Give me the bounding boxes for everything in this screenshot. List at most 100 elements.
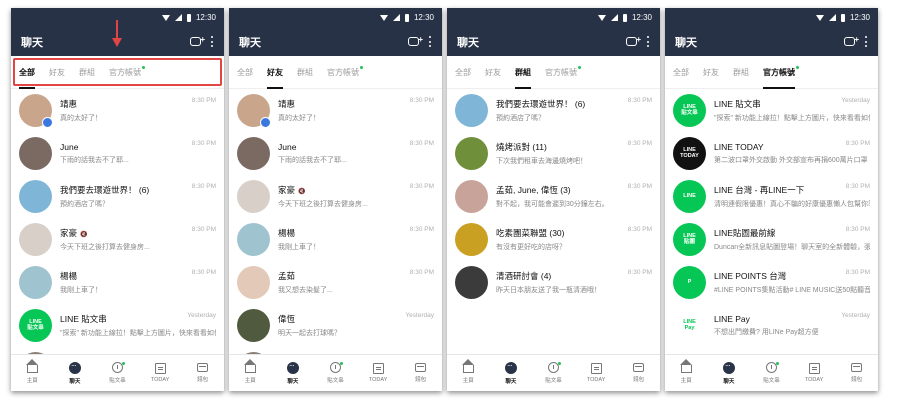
chat-row[interactable]: 清酒研討會 (4) 昨天日本朋友送了我一瓶清酒哦！ 8:30 PM <box>447 261 660 304</box>
tab-1[interactable]: 好友 <box>267 56 283 89</box>
chat-name-text: June <box>278 142 297 152</box>
status-time: 12:30 <box>195 13 216 22</box>
chat-row[interactable]: 靖惠 真的太好了！ 8:30 PM <box>11 89 224 132</box>
avatar <box>237 309 270 342</box>
chat-row[interactable]: Elaine8:30 PM <box>11 347 224 354</box>
chat-row[interactable]: 吃素團菜聯盟 (30) 有沒有更好吃的店呀？ 8:30 PM <box>447 218 660 261</box>
chat-row[interactable]: Elaine8:30 PM <box>229 347 442 354</box>
nav-item-4[interactable]: 錢包 <box>837 363 877 383</box>
chat-preview: 我剛上車了！ <box>278 244 320 251</box>
chat-row[interactable]: LINE Pay LINE Pay 不想出門繳費? 用LINe Pay超方便 Yest… <box>665 304 878 347</box>
nav-label: 貼文串 <box>545 378 562 384</box>
chat-row[interactable]: 孟茹 我又想去染髮了... 8:30 PM <box>229 261 442 304</box>
nav-item-1[interactable]: 聊天 <box>491 361 531 385</box>
chat-row[interactable]: LINE 貼文串 LINE 貼文串 "探索" 新功能上線拉！點擊上方圖片，快來看看如… <box>11 304 224 347</box>
add-chat-icon[interactable] <box>408 35 423 46</box>
nav-item-3[interactable]: TODAY <box>140 363 180 383</box>
chat-row[interactable]: 靖惠 真的太好了！ 8:30 PM <box>229 89 442 132</box>
chat-icon <box>286 361 299 374</box>
chat-row[interactable]: 楊楊 我剛上車了！ 8:30 PM <box>11 261 224 304</box>
chat-name-text: LINE Pay <box>714 314 750 324</box>
chat-row[interactable]: 我們要去環遊世界！ (6) 預約酒店了嗎？ 8:30 PM <box>11 175 224 218</box>
chat-time: Yesterday <box>405 312 434 319</box>
chat-row[interactable]: LINE 貼文串 LINE 貼文串 "探索" 新功能上線拉！點擊上方圖片，快來看看如… <box>665 89 878 132</box>
chat-name-text: 孟茹 <box>278 271 296 281</box>
add-chat-icon[interactable] <box>626 35 641 46</box>
tab-2[interactable]: 群組 <box>733 56 749 89</box>
nav-item-2[interactable]: 貼文串 <box>533 362 573 384</box>
battery-icon <box>186 13 191 22</box>
chat-row[interactable]: June 下雨的話我去不了耶... 8:30 PM <box>11 132 224 175</box>
chat-preview: 第二波口罩外交啟動 外交部宣布再捐600萬片口罩 <box>714 157 868 164</box>
chat-preview: 明天一起去打球嗎？ <box>278 330 341 337</box>
timeline-icon <box>329 362 343 373</box>
chat-row[interactable]: LINE 貼圖 LINE貼圖最前線 Duncan全新訊息貼圖登場！聊天室的全新體驗，… <box>665 218 878 261</box>
more-options-icon[interactable] <box>429 36 432 47</box>
chat-preview: 下次我們租車去海邊燒烤吧！ <box>496 158 587 165</box>
nav-item-2[interactable]: 貼文串 <box>97 362 137 384</box>
chat-row[interactable]: 家豪 🔇 今天下班之後打算去健身房... 8:30 PM <box>11 218 224 261</box>
chat-time: 8:30 PM <box>409 183 434 190</box>
avatar: LINE Pay <box>673 309 706 342</box>
nav-item-3[interactable]: TODAY <box>358 363 398 383</box>
timeline-icon <box>547 362 561 373</box>
chat-tabs: 全部 好友 群組 官方帳號 <box>229 56 442 89</box>
signal-icon <box>174 14 182 21</box>
news-icon <box>154 363 166 374</box>
tab-3[interactable]: 官方帳號 <box>327 56 363 89</box>
more-options-icon[interactable] <box>865 36 868 47</box>
chat-time: 8:30 PM <box>191 183 216 190</box>
new-indicator-dot <box>775 362 779 365</box>
chat-row[interactable]: June 下雨的話我去不了耶... 8:30 PM <box>229 132 442 175</box>
tab-3[interactable]: 官方帳號 <box>763 56 799 89</box>
new-indicator-dot <box>339 362 343 365</box>
tab-1[interactable]: 好友 <box>485 56 501 89</box>
tab-0[interactable]: 全部 <box>455 56 471 89</box>
chat-row[interactable]: 燒烤派對 (11) 下次我們租車去海邊燒烤吧！ 8:30 PM <box>447 132 660 175</box>
chat-row[interactable]: 楊楊 我剛上車了！ 8:30 PM <box>229 218 442 261</box>
new-indicator-dot <box>578 65 581 69</box>
chat-row[interactable]: 我們要去環遊世界！ (6) 預約酒店了嗎？ 8:30 PM <box>447 89 660 132</box>
nav-item-2[interactable]: 貼文串 <box>315 362 355 384</box>
chat-row[interactable]: P LINE POINTS 台灣 #LINE POINTS集點活動# LINE MU… <box>665 261 878 304</box>
chat-preview: 清明連假限優惠！真心不騙的好康優惠懶人包幫你準備好了！ <box>714 201 870 208</box>
add-chat-icon[interactable] <box>844 35 859 46</box>
nav-item-1[interactable]: 聊天 <box>273 361 313 385</box>
nav-item-0[interactable]: 主頁 <box>666 359 706 384</box>
tab-3[interactable]: 官方帳號 <box>545 56 581 89</box>
chat-time: 8:30 PM <box>409 226 434 233</box>
nav-item-3[interactable]: TODAY <box>794 363 834 383</box>
nav-item-0[interactable]: 主頁 <box>448 359 488 384</box>
chat-name-text: LINE 貼文串 <box>60 314 107 324</box>
chat-row[interactable]: 偉恆 明天一起去打球嗎？ Yesterday <box>229 304 442 347</box>
chat-row[interactable]: 家豪 🔇 今天下班之後打算去健身房... 8:30 PM <box>229 175 442 218</box>
tab-2[interactable]: 群組 <box>297 56 313 89</box>
home-icon <box>679 359 692 373</box>
chat-row[interactable]: LINE LINE 台灣 - 再LINE一下 清明連假限優惠！真心不騙的好康優惠懶人… <box>665 175 878 218</box>
phone-screen-2: 12:30聊天全部好友群組官方帳號靖惠真的太好了！8:30 PMJune下雨的話… <box>229 8 442 391</box>
header-actions <box>844 35 868 47</box>
chat-list: 靖惠 真的太好了！ 8:30 PM June 下雨的話我去不了耶... 8:30 PM 家豪… <box>229 89 442 354</box>
tab-2[interactable]: 群組 <box>515 56 531 89</box>
nav-item-1[interactable]: 聊天 <box>55 361 95 385</box>
tab-1[interactable]: 好友 <box>703 56 719 89</box>
chat-row[interactable]: LINE TODAY LINE TODAY 第二波口罩外交啟動 外交部宣布再捐600… <box>665 132 878 175</box>
chat-row[interactable]: 孟茹, June, 偉恆 (3) 對不起，我可能會遲到30分鐘左右。 8:30 PM <box>447 175 660 218</box>
chat-preview: 下雨的話我去不了耶... <box>60 157 129 164</box>
chat-preview: "探索" 新功能上線拉！點擊上方圖片，快來看看如何使用吧 <box>714 115 870 122</box>
nav-item-4[interactable]: 錢包 <box>183 363 223 383</box>
tab-0[interactable]: 全部 <box>673 56 689 89</box>
tab-0[interactable]: 全部 <box>237 56 253 89</box>
more-options-icon[interactable] <box>211 36 214 47</box>
nav-item-0[interactable]: 主頁 <box>12 359 52 384</box>
nav-item-1[interactable]: 聊天 <box>709 361 749 385</box>
add-chat-icon[interactable] <box>190 35 205 46</box>
nav-item-4[interactable]: 錢包 <box>401 363 441 383</box>
nav-label: TODAY <box>150 377 170 383</box>
more-options-icon[interactable] <box>647 36 650 47</box>
nav-label: 錢包 <box>197 377 209 383</box>
nav-item-4[interactable]: 錢包 <box>619 363 659 383</box>
nav-item-3[interactable]: TODAY <box>576 363 616 383</box>
nav-item-0[interactable]: 主頁 <box>230 359 270 384</box>
nav-item-2[interactable]: 貼文串 <box>751 362 791 384</box>
